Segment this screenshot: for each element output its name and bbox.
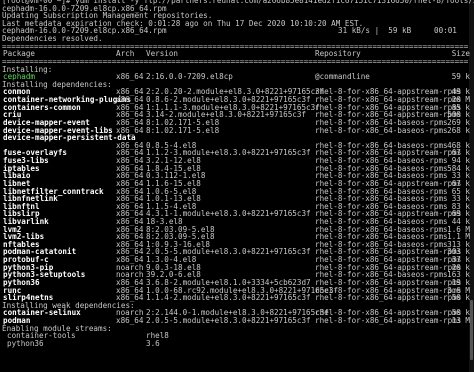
separator-line: ========================================… [2, 57, 468, 66]
package-size: 50 k [451, 293, 470, 303]
package-size: 59 k [451, 72, 470, 82]
package-repository: rhel-8-for-x86_64-appstream-rpms [315, 293, 462, 303]
package-arch: x86_64 [116, 72, 144, 82]
package-repository: rhel-8-for-x86_64-appstream-rpms [315, 316, 462, 326]
header-version: Version [146, 49, 179, 59]
header-package: Package [3, 49, 36, 59]
module-stream-name: python36 [7, 338, 44, 348]
package-size: 268 k [447, 125, 470, 135]
package-repository: @commandline [315, 72, 370, 82]
header-size: Size [451, 49, 470, 59]
header-arch: Arch [116, 49, 135, 59]
download-stats: 31 kB/s | 59 kB 00:01 [338, 26, 457, 36]
package-version: 8:1.02.171-5.el8 [146, 125, 220, 135]
package-repository: rhel-8-for-x86_64-baseos-rpms [315, 125, 448, 135]
package-arch: x86_64 [116, 316, 144, 326]
terminal-window[interactable]: [root@vm-00 ~]# yum install -y ftp://par… [0, 0, 474, 372]
module-stream-value: 3.6 [146, 338, 160, 348]
package-size: 13 M [451, 316, 470, 326]
package-version: 2:16.0.0-7209.el8cp [146, 72, 233, 82]
module-stream-row: python36 3.6 [0, 340, 474, 348]
package-version: 2.0.5-5.module+el8.3.0+8221+97165c3f [146, 316, 311, 326]
package-version: 1.1.4-2.module+el8.3.0+8221+97165c3f [146, 293, 311, 303]
header-repository: Repository [315, 49, 361, 59]
